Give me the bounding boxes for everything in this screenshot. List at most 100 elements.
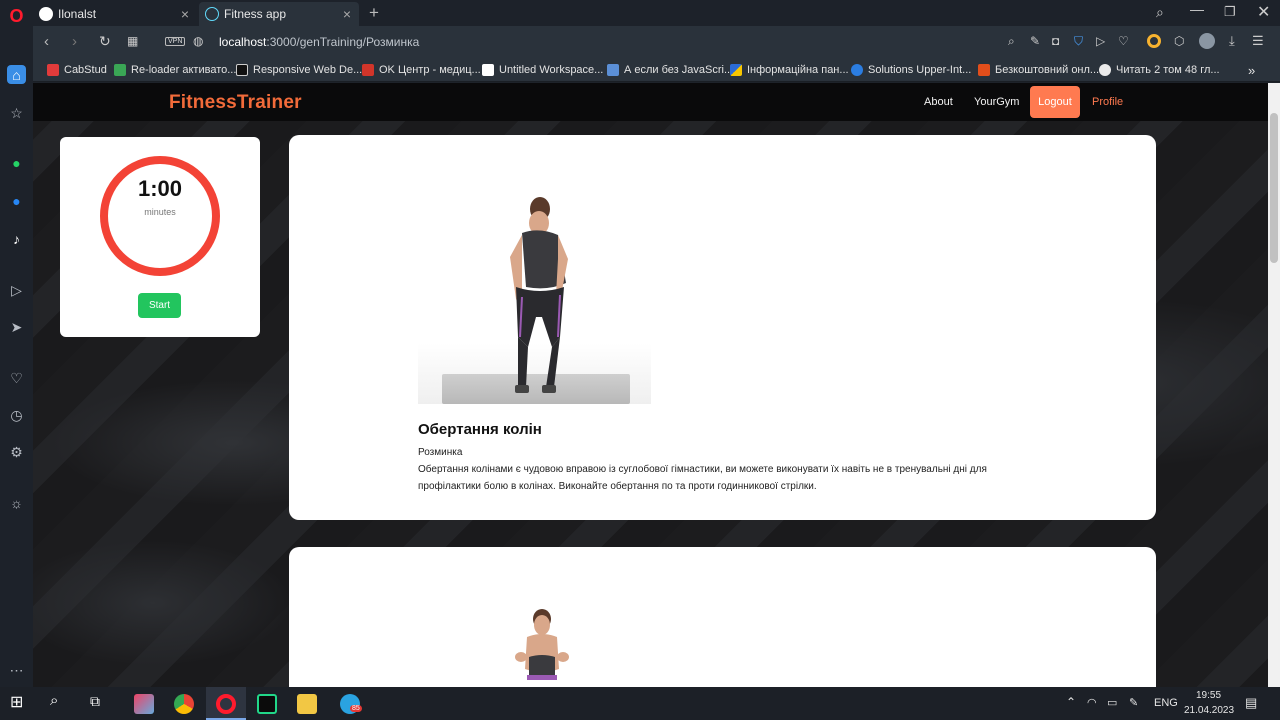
address-toolbar: ‹ › ↻ ▦ VPN ◍ localhost:3000/genTraining… (33, 26, 1280, 58)
search-icon[interactable]: ⌕ (1008, 34, 1015, 49)
woman-knee-rotation-figure (510, 197, 568, 393)
bookmark-item[interactable]: Читать 2 том 48 гл... (1099, 62, 1220, 78)
bookmark-item[interactable]: Re-loader активато... (114, 62, 236, 78)
scrollbar-thumb[interactable] (1270, 113, 1278, 263)
whatsapp-icon[interactable]: ● (7, 153, 26, 172)
file-explorer-icon[interactable] (297, 694, 317, 714)
camera-icon[interactable]: ◘ (1052, 34, 1059, 48)
site-icon (607, 64, 619, 76)
site-icon (482, 64, 494, 76)
extension-icon[interactable] (1147, 34, 1161, 48)
tab-title: Fitness app (224, 7, 287, 21)
clock-date[interactable]: 21.04.2023 (1184, 705, 1234, 716)
windows-icon (114, 64, 126, 76)
web-page: FitnessTrainer About YourGym Logout Prof… (33, 83, 1268, 687)
react-icon (205, 7, 219, 21)
url-field[interactable]: localhost:3000/genTraining/Розминка (219, 35, 419, 49)
bookmark-item[interactable]: Responsive Web De... (236, 62, 362, 78)
search-icon[interactable]: ⌕ (50, 692, 70, 712)
pinboard-icon[interactable]: ☆ (7, 103, 26, 122)
opera-icon[interactable] (216, 694, 236, 714)
opera-logo-icon[interactable]: O (7, 6, 26, 25)
chrome-icon[interactable] (174, 694, 194, 714)
settings-icon[interactable]: ⚙ (7, 442, 26, 461)
exercise-image (418, 187, 651, 404)
player-icon[interactable]: ▷ (7, 280, 26, 299)
page-scrollbar[interactable] (1268, 83, 1280, 687)
easy-setup-icon[interactable]: ☰ (1252, 33, 1264, 49)
close-tab-icon[interactable]: × (181, 6, 189, 22)
bookmark-item[interactable]: Untitled Workspace... (482, 62, 603, 78)
bookmark-item[interactable]: Безкоштовний онл... (978, 62, 1099, 78)
send-icon[interactable]: ➤ (7, 317, 26, 336)
back-button[interactable]: ‹ (44, 33, 49, 50)
webstorm-icon[interactable] (257, 694, 277, 714)
edit-icon[interactable]: ✎ (1030, 34, 1040, 48)
exercise-title: Обертання колін (418, 421, 542, 438)
bookmark-label: Re-loader активато... (131, 64, 237, 76)
more-bookmarks-button[interactable]: » (1248, 62, 1255, 78)
heart-icon[interactable]: ♡ (7, 368, 26, 387)
lightbulb-icon[interactable]: ☼ (7, 493, 26, 512)
bookmark-item[interactable]: Solutions Upper-Int... (851, 62, 971, 78)
bookmark-item[interactable]: Інформаційна пан... (730, 62, 849, 78)
cube-icon[interactable]: ⬡ (1174, 34, 1184, 48)
avatar[interactable] (1199, 33, 1215, 49)
tiktok-icon[interactable]: ♪ (7, 229, 26, 248)
tab-fitness-app[interactable]: Fitness app × (199, 2, 359, 26)
bookmark-item[interactable]: CabStud (47, 62, 107, 78)
bookmark-label: Читать 2 том 48 гл... (1116, 64, 1220, 76)
site-icon (236, 64, 248, 76)
battery-icon[interactable]: ▭ (1107, 696, 1117, 709)
home-icon[interactable]: ⌂ (7, 65, 26, 84)
more-icon[interactable]: ⋯ (7, 660, 26, 679)
vpn-badge[interactable]: VPN (165, 37, 186, 46)
search-tabs-icon[interactable]: ⌕ (1156, 4, 1164, 21)
minimize-button[interactable]: — (1190, 1, 1204, 17)
bookmark-label: Інформаційна пан... (747, 64, 849, 76)
reload-button[interactable]: ↻ (99, 33, 111, 50)
exercise-card (289, 547, 1156, 687)
close-tab-icon[interactable]: × (343, 6, 351, 22)
forward-button[interactable]: › (72, 33, 77, 50)
logout-button[interactable]: Logout (1030, 86, 1080, 118)
windows-start-icon[interactable]: ⊞ (10, 692, 30, 712)
bookmark-item[interactable]: А если без JavaScri... (607, 62, 733, 78)
start-button[interactable]: Start (138, 293, 181, 318)
history-icon[interactable]: ◷ (7, 405, 26, 424)
vk-icon[interactable]: ● (7, 191, 26, 210)
shield-icon[interactable]: ⛉ (1074, 34, 1083, 49)
tabs-overview-icon[interactable]: ▦ (127, 34, 138, 48)
app-logo[interactable]: FitnessTrainer (169, 92, 302, 114)
tab-bar: Ilonalst × Fitness app × + ⌕ — ❐ ✕ (33, 0, 1280, 26)
maximize-button[interactable]: ❐ (1224, 4, 1236, 20)
tray-chevron-icon[interactable]: ⌃ (1066, 695, 1076, 709)
tab-title: Ilonalst (58, 7, 97, 21)
notifications-icon[interactable]: ▤ (1245, 695, 1257, 711)
tab-github[interactable]: Ilonalst × (33, 2, 197, 26)
app-navbar: FitnessTrainer About YourGym Logout Prof… (33, 83, 1268, 121)
bookmark-heart-icon[interactable]: ♡ (1118, 34, 1129, 48)
timer-unit: minutes (144, 207, 176, 217)
wifi-icon[interactable]: ◠ (1087, 696, 1097, 709)
bookmark-item[interactable]: OK Центр - медиц... (362, 62, 481, 78)
download-icon[interactable]: ⤓ (1229, 33, 1235, 49)
paint-app-icon[interactable] (134, 694, 154, 714)
bookmark-label: OK Центр - медиц... (379, 64, 481, 76)
nav-profile[interactable]: Profile (1092, 96, 1123, 108)
clock-time[interactable]: 19:55 (1196, 690, 1221, 701)
woman-exercise-figure (515, 609, 569, 680)
new-tab-button[interactable]: + (369, 3, 379, 23)
close-window-button[interactable]: ✕ (1257, 2, 1270, 22)
bookmark-label: CabStud (64, 64, 107, 76)
exercise-description: Обертання колінами є чудовою вправою із … (418, 464, 987, 492)
pen-icon[interactable]: ✎ (1129, 696, 1138, 709)
language-indicator[interactable]: ENG (1154, 697, 1178, 709)
site-icon (978, 64, 990, 76)
share-icon[interactable]: ▷ (1096, 34, 1105, 48)
bookmark-label: Responsive Web De... (253, 64, 363, 76)
nav-about[interactable]: About (924, 96, 953, 108)
url-host: localhost (219, 35, 267, 49)
nav-yourgym[interactable]: YourGym (974, 96, 1019, 108)
task-view-icon[interactable]: ⧉ (90, 693, 110, 713)
